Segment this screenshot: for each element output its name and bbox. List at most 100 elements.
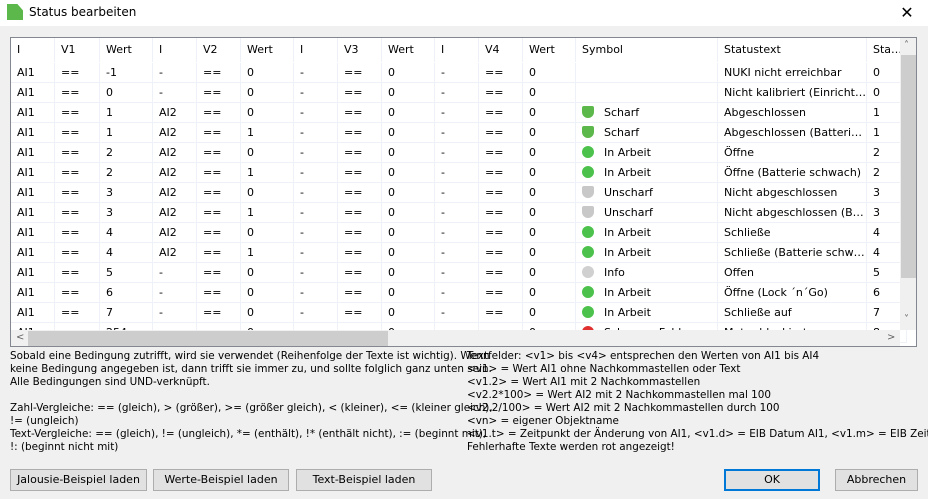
cell-v1[interactable]: == xyxy=(55,243,100,263)
cell-v3[interactable]: == xyxy=(338,143,382,163)
cell-i4[interactable]: - xyxy=(435,283,479,303)
cell-wert4[interactable]: 0 xyxy=(523,143,576,163)
cell-i1[interactable]: AI1 xyxy=(11,143,55,163)
cell-v1[interactable]: == xyxy=(55,183,100,203)
cell-v3[interactable]: == xyxy=(338,63,382,83)
cell-wert1[interactable]: 0 xyxy=(100,83,153,103)
cell-v2[interactable]: == xyxy=(197,63,241,83)
load-jalousie-example-button[interactable]: Jalousie-Beispiel laden xyxy=(10,469,147,491)
cell-symbol[interactable] xyxy=(576,83,718,103)
cell-v2[interactable]: == xyxy=(197,223,241,243)
cell-v3[interactable]: == xyxy=(338,103,382,123)
cell-symbol[interactable] xyxy=(576,63,718,83)
cell-i2[interactable]: - xyxy=(153,283,197,303)
cell-v1[interactable]: == xyxy=(55,103,100,123)
cell-wert3[interactable]: 0 xyxy=(382,83,435,103)
cell-i3[interactable]: - xyxy=(294,223,338,243)
cell-v2[interactable]: == xyxy=(197,83,241,103)
cell-wert1[interactable]: 2 xyxy=(100,143,153,163)
cell-wert1[interactable]: 7 xyxy=(100,303,153,323)
cell-i2[interactable]: AI2 xyxy=(153,143,197,163)
cell-wert3[interactable]: 0 xyxy=(382,303,435,323)
cell-v2[interactable]: == xyxy=(197,283,241,303)
cell-wert3[interactable]: 0 xyxy=(382,163,435,183)
cell-wert3[interactable]: 0 xyxy=(382,103,435,123)
cell-v4[interactable]: == xyxy=(479,143,523,163)
column-header-wert1[interactable]: Wert xyxy=(100,38,153,62)
cell-wert3[interactable]: 0 xyxy=(382,123,435,143)
cell-v1[interactable]: == xyxy=(55,223,100,243)
cell-wert4[interactable]: 0 xyxy=(523,283,576,303)
cell-statustext[interactable]: Öffne xyxy=(718,143,867,163)
cell-i4[interactable]: - xyxy=(435,123,479,143)
cell-wert2[interactable]: 0 xyxy=(241,263,294,283)
column-header-wert3[interactable]: Wert xyxy=(382,38,435,62)
cell-wert4[interactable]: 0 xyxy=(523,263,576,283)
cell-symbol[interactable]: In Arbeit xyxy=(576,243,718,263)
cell-v3[interactable]: == xyxy=(338,263,382,283)
column-header-statustext[interactable]: Statustext xyxy=(718,38,867,62)
cell-i1[interactable]: AI1 xyxy=(11,83,55,103)
cell-v1[interactable]: == xyxy=(55,123,100,143)
cell-wert2[interactable]: 0 xyxy=(241,83,294,103)
cell-statustext[interactable]: Abgeschlossen (Batterie … xyxy=(718,123,867,143)
cell-symbol[interactable]: In Arbeit xyxy=(576,143,718,163)
cell-i3[interactable]: - xyxy=(294,283,338,303)
cell-i2[interactable]: - xyxy=(153,303,197,323)
cell-i2[interactable]: - xyxy=(153,83,197,103)
cell-i4[interactable]: - xyxy=(435,63,479,83)
cell-i1[interactable]: AI1 xyxy=(11,123,55,143)
ok-button[interactable]: OK xyxy=(724,469,820,491)
cell-i3[interactable]: - xyxy=(294,303,338,323)
cell-v4[interactable]: == xyxy=(479,163,523,183)
column-header-v4[interactable]: V4 xyxy=(479,38,523,62)
cell-i3[interactable]: - xyxy=(294,83,338,103)
cell-symbol[interactable]: In Arbeit xyxy=(576,303,718,323)
cell-statustext[interactable]: Nicht abgeschlossen (Ba… xyxy=(718,203,867,223)
cell-v3[interactable]: == xyxy=(338,123,382,143)
cell-wert3[interactable]: 0 xyxy=(382,283,435,303)
cell-wert4[interactable]: 0 xyxy=(523,123,576,143)
cell-v4[interactable]: == xyxy=(479,63,523,83)
column-header-symbol[interactable]: Symbol xyxy=(576,38,718,62)
cell-i2[interactable]: AI2 xyxy=(153,183,197,203)
cell-wert1[interactable]: 1 xyxy=(100,103,153,123)
column-header-v1[interactable]: V1 xyxy=(55,38,100,62)
cell-wert1[interactable]: -1 xyxy=(100,63,153,83)
cell-wert2[interactable]: 0 xyxy=(241,143,294,163)
cell-i2[interactable]: AI2 xyxy=(153,203,197,223)
cell-wert2[interactable]: 1 xyxy=(241,163,294,183)
cell-i3[interactable]: - xyxy=(294,183,338,203)
cell-v4[interactable]: == xyxy=(479,283,523,303)
cell-i3[interactable]: - xyxy=(294,143,338,163)
cell-v2[interactable]: == xyxy=(197,143,241,163)
cell-v1[interactable]: == xyxy=(55,143,100,163)
cell-v2[interactable]: == xyxy=(197,203,241,223)
cell-v3[interactable]: == xyxy=(338,203,382,223)
cell-wert2[interactable]: 1 xyxy=(241,123,294,143)
cell-i2[interactable]: AI2 xyxy=(153,163,197,183)
cell-v4[interactable]: == xyxy=(479,103,523,123)
cell-v4[interactable]: == xyxy=(479,303,523,323)
cell-wert3[interactable]: 0 xyxy=(382,203,435,223)
cell-v1[interactable]: == xyxy=(55,83,100,103)
column-header-i2[interactable]: I xyxy=(153,38,197,62)
cell-v3[interactable]: == xyxy=(338,183,382,203)
cell-wert3[interactable]: 0 xyxy=(382,63,435,83)
cell-i4[interactable]: - xyxy=(435,143,479,163)
cell-statustext[interactable]: Offen xyxy=(718,263,867,283)
cell-wert4[interactable]: 0 xyxy=(523,243,576,263)
cell-i3[interactable]: - xyxy=(294,123,338,143)
cell-statustext[interactable]: Öffne (Lock ´n´Go) xyxy=(718,283,867,303)
cell-i2[interactable]: AI2 xyxy=(153,103,197,123)
cell-v1[interactable]: == xyxy=(55,203,100,223)
load-text-example-button[interactable]: Text-Beispiel laden xyxy=(296,469,432,491)
cancel-button[interactable]: Abbrechen xyxy=(835,469,918,491)
cell-wert1[interactable]: 4 xyxy=(100,223,153,243)
column-header-i1[interactable]: I xyxy=(11,38,55,62)
cell-wert2[interactable]: 1 xyxy=(241,243,294,263)
cell-wert1[interactable]: 3 xyxy=(100,183,153,203)
cell-i4[interactable]: - xyxy=(435,183,479,203)
cell-wert1[interactable]: 4 xyxy=(100,243,153,263)
cell-statustext[interactable]: Schließe auf xyxy=(718,303,867,323)
